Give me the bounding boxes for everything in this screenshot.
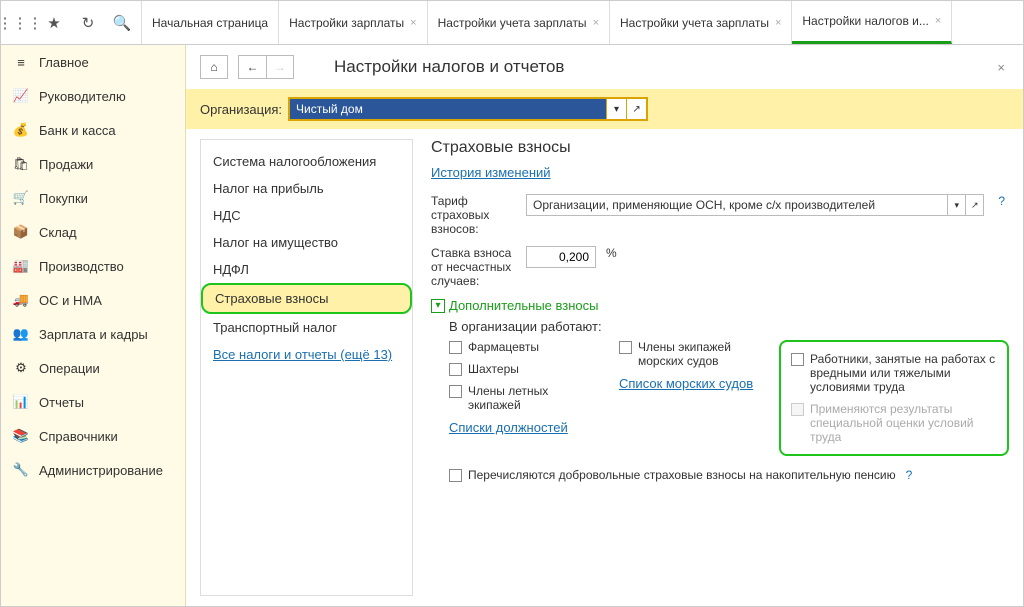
detail-panel: Страховые взносы История изменений Тариф… — [431, 139, 1009, 596]
close-icon[interactable]: × — [775, 17, 781, 29]
search-icon[interactable]: 🔍 — [109, 10, 135, 36]
chk-voluntary[interactable] — [449, 469, 462, 482]
cart-icon: 🛒 — [13, 190, 29, 206]
org-label: Организация: — [200, 102, 282, 117]
bag-icon: 🛍 — [13, 156, 29, 172]
nav-ndfl[interactable]: НДФЛ — [201, 256, 412, 283]
chk-flight-crew[interactable] — [449, 385, 462, 398]
sidebar-item-admin[interactable]: 🔧Администрирование — [1, 453, 185, 487]
dropdown-icon[interactable]: ▾ — [606, 99, 626, 119]
back-button[interactable]: ← — [238, 55, 266, 79]
rate-input[interactable] — [526, 246, 596, 268]
tab-home[interactable]: Начальная страница — [142, 1, 279, 44]
home-button[interactable]: ⌂ — [200, 55, 228, 79]
chevron-down-icon: ▾ — [431, 299, 445, 313]
people-icon: 👥 — [13, 326, 29, 342]
positions-link[interactable]: Списки должностей — [449, 420, 599, 435]
money-icon: 💰 — [13, 122, 29, 138]
sidebar-item-main[interactable]: ≡Главное — [1, 45, 185, 79]
chk-hazard-workers[interactable] — [791, 353, 804, 366]
chk-pharmacists[interactable] — [449, 341, 462, 354]
sidebar-item-purchases[interactable]: 🛒Покупки — [1, 181, 185, 215]
col-2: Члены экипажей морских судов Список морс… — [619, 340, 759, 456]
trend-icon: 📈 — [13, 88, 29, 104]
truck-icon: 🚚 — [13, 292, 29, 308]
open-icon[interactable]: ↗ — [626, 99, 646, 119]
sidebar-item-production[interactable]: 🏭Производство — [1, 249, 185, 283]
org-select[interactable]: Чистый дом ▾ ↗ — [288, 97, 648, 121]
sidebar-item-assets[interactable]: 🚚ОС и НМА — [1, 283, 185, 317]
history-link[interactable]: История изменений — [431, 165, 551, 180]
books-icon: 📚 — [13, 428, 29, 444]
gear-icon: ⚙ — [13, 360, 29, 376]
help-icon[interactable]: ? — [994, 194, 1009, 208]
sidebar-item-manager[interactable]: 📈Руководителю — [1, 79, 185, 113]
collapse-extra-contributions[interactable]: ▾ Дополнительные взносы — [431, 298, 1009, 313]
tariff-combo[interactable]: Организации, применяющие ОСН, кроме с/х … — [526, 194, 984, 216]
open-icon[interactable]: ↗ — [965, 195, 983, 215]
tax-nav-list: Система налогообложения Налог на прибыль… — [200, 139, 413, 596]
help-icon[interactable]: ? — [902, 468, 917, 482]
sidebar-item-sales[interactable]: 🛍Продажи — [1, 147, 185, 181]
main-sidebar: ≡Главное 📈Руководителю 💰Банк и касса 🛍Пр… — [1, 45, 186, 606]
voluntary-row: Перечисляются добровольные страховые взн… — [431, 468, 1009, 482]
checkbox-grid: Фармацевты Шахтеры Члены летных экипажей… — [431, 340, 1009, 456]
nav-profit-tax[interactable]: Налог на прибыль — [201, 175, 412, 202]
tab-salary-settings[interactable]: Настройки зарплаты× — [279, 1, 428, 44]
page-title: Настройки налогов и отчетов — [334, 57, 983, 77]
dropdown-icon[interactable]: ▾ — [947, 195, 965, 215]
nav-property-tax[interactable]: Налог на имущество — [201, 229, 412, 256]
close-page-button[interactable]: × — [993, 56, 1009, 79]
ships-link[interactable]: Список морских судов — [619, 376, 759, 391]
organization-row: Организация: Чистый дом ▾ ↗ — [186, 89, 1023, 129]
history-icon[interactable]: ↻ — [75, 10, 101, 36]
tariff-label: Тариф страховых взносов: — [431, 194, 516, 236]
toolbar-controls: ⋮⋮⋮ ★ ↻ 🔍 — [1, 1, 142, 44]
close-icon[interactable]: × — [410, 17, 416, 29]
org-value: Чистый дом — [290, 99, 606, 119]
menu-icon: ≡ — [13, 54, 29, 70]
apps-icon[interactable]: ⋮⋮⋮ — [7, 10, 33, 36]
workers-label: В организации работают: — [431, 319, 1009, 334]
star-icon[interactable]: ★ — [41, 10, 67, 36]
nav-all-taxes-link[interactable]: Все налоги и отчеты (ещё 13) — [201, 341, 412, 368]
rate-row: Ставка взноса от несчастных случаев: % — [431, 246, 1009, 288]
top-toolbar: ⋮⋮⋮ ★ ↻ 🔍 Начальная страница Настройки з… — [1, 1, 1023, 45]
sidebar-item-bank[interactable]: 💰Банк и касса — [1, 113, 185, 147]
sidebar-item-warehouse[interactable]: 📦Склад — [1, 215, 185, 249]
sidebar-item-refs[interactable]: 📚Справочники — [1, 419, 185, 453]
tariff-value: Организации, применяющие ОСН, кроме с/х … — [527, 195, 947, 215]
chart-icon: 📊 — [13, 394, 29, 410]
close-icon[interactable]: × — [935, 15, 941, 27]
box-icon: 📦 — [13, 224, 29, 240]
rate-label: Ставка взноса от несчастных случаев: — [431, 246, 516, 288]
chk-miners[interactable] — [449, 363, 462, 376]
tab-salary-acct-2[interactable]: Настройки учета зарплаты× — [610, 1, 792, 44]
nav-tax-system[interactable]: Система налогообложения — [201, 148, 412, 175]
forward-button[interactable]: → — [266, 55, 294, 79]
tab-strip: Начальная страница Настройки зарплаты× Н… — [142, 1, 1023, 44]
sidebar-item-payroll[interactable]: 👥Зарплата и кадры — [1, 317, 185, 351]
chk-marine-crew[interactable] — [619, 341, 632, 354]
chk-special-assessment — [791, 403, 804, 416]
close-icon[interactable]: × — [593, 17, 599, 29]
rate-unit: % — [606, 246, 617, 260]
content-area: ⌂ ← → Настройки налогов и отчетов × Орга… — [186, 45, 1023, 606]
col-1: Фармацевты Шахтеры Члены летных экипажей… — [449, 340, 599, 456]
wrench-icon: 🔧 — [13, 462, 29, 478]
nav-transport-tax[interactable]: Транспортный налог — [201, 314, 412, 341]
tab-salary-acct-1[interactable]: Настройки учета зарплаты× — [428, 1, 610, 44]
nav-insurance[interactable]: Страховые взносы — [201, 283, 412, 314]
factory-icon: 🏭 — [13, 258, 29, 274]
sidebar-item-operations[interactable]: ⚙Операции — [1, 351, 185, 385]
tab-tax-settings[interactable]: Настройки налогов и...× — [792, 1, 952, 44]
content-header: ⌂ ← → Настройки налогов и отчетов × — [186, 45, 1023, 89]
col-3-highlighted: Работники, занятые на работах с вредными… — [779, 340, 1009, 456]
main-panel: Система налогообложения Налог на прибыль… — [186, 129, 1023, 606]
tariff-row: Тариф страховых взносов: Организации, пр… — [431, 194, 1009, 236]
nav-vat[interactable]: НДС — [201, 202, 412, 229]
sidebar-item-reports[interactable]: 📊Отчеты — [1, 385, 185, 419]
section-title: Страховые взносы — [431, 139, 1009, 157]
